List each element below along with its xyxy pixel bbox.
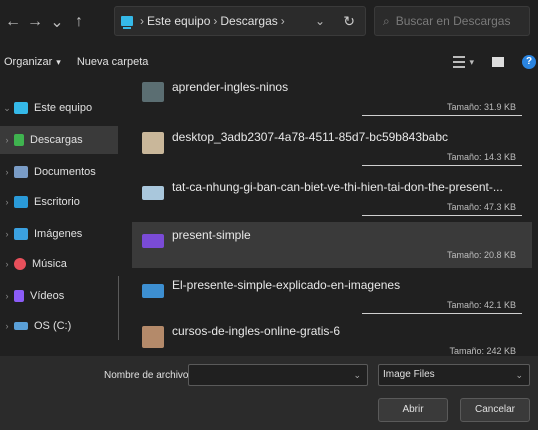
chevron-icon[interactable]: › — [0, 259, 14, 269]
address-bar-row: ← → ⌄ ↑ › Este equipo › Descargas › ⌄ ↻ … — [0, 0, 538, 44]
pane-divider[interactable] — [118, 276, 119, 340]
sidebar-item-os-c[interactable]: › OS (C:) — [0, 312, 118, 340]
filename-label: Nombre de archivo: — [104, 370, 192, 381]
file-size: Tamaño: 47.3 KB — [446, 202, 516, 212]
divider — [362, 115, 522, 116]
preview-pane-icon[interactable] — [492, 57, 504, 67]
file-size: Tamaño: 31.9 KB — [446, 102, 516, 112]
chevron-icon[interactable]: › — [0, 291, 14, 301]
sidebar-item-label: Imágenes — [34, 228, 83, 240]
sidebar-item-escritorio[interactable]: › Escritorio — [0, 188, 118, 216]
sidebar-item-descargas[interactable]: › Descargas — [0, 126, 118, 154]
refresh-button[interactable]: ↻ — [343, 13, 355, 30]
chevron-down-icon[interactable]: ⌄ — [515, 365, 523, 385]
file-name: El-presente-simple-explicado-en-imagenes — [172, 278, 401, 292]
pictures-icon — [14, 228, 28, 240]
sidebar-item-documentos[interactable]: › Documentos — [0, 158, 118, 186]
file-type-value: Image Files — [383, 369, 435, 380]
divider — [362, 313, 522, 314]
breadcrumb-separator: › — [213, 14, 218, 28]
search-placeholder: Buscar en Descargas — [395, 14, 511, 28]
file-size: Tamaño: 20.8 KB — [446, 250, 516, 260]
divider — [362, 165, 522, 166]
file-type-select[interactable]: Image Files ⌄ — [378, 364, 530, 386]
downloads-icon — [14, 134, 24, 146]
file-name: aprender-ingles-ninos — [172, 80, 289, 94]
chevron-icon[interactable]: › — [0, 135, 14, 145]
navigation-pane: ⌄ Este equipo › Descargas › Documentos ›… — [0, 80, 124, 350]
chevron-down-icon[interactable]: ⌄ — [353, 365, 361, 385]
image-thumbnail-icon — [142, 132, 164, 154]
file-name: tat-ca-nhung-gi-ban-can-biet-ve-thi-hien… — [172, 180, 503, 194]
image-thumbnail-icon — [142, 82, 164, 102]
organize-button[interactable]: Organizar ▾ — [4, 56, 61, 68]
file-list: aprender-ingles-ninos Tamaño: 31.9 KB de… — [132, 80, 538, 356]
sidebar-item-label: Vídeos — [30, 290, 65, 302]
forward-button[interactable]: → — [24, 13, 46, 31]
videos-icon — [14, 290, 24, 302]
file-item[interactable]: El-presente-simple-explicado-en-imagenes… — [132, 272, 532, 316]
open-button[interactable]: Abrir — [378, 398, 448, 422]
breadcrumb-separator: › — [140, 14, 144, 28]
documents-icon — [14, 166, 28, 178]
sidebar-item-label: Documentos — [34, 166, 96, 178]
view-options-icon[interactable] — [453, 56, 466, 68]
file-size: Tamaño: 14.3 KB — [446, 152, 516, 162]
pc-icon — [121, 16, 133, 29]
file-item-selected[interactable]: present-simple Tamaño: 20.8 KB — [132, 222, 532, 268]
image-thumbnail-icon — [142, 234, 164, 248]
sidebar-item-videos[interactable]: › Vídeos — [0, 282, 118, 310]
up-button[interactable]: ↑ — [68, 13, 90, 31]
chevron-icon[interactable]: › — [0, 229, 14, 239]
chevron-icon[interactable]: ⌄ — [0, 103, 14, 114]
search-input[interactable]: ⌕ Buscar en Descargas — [374, 6, 530, 36]
breadcrumb-descargas[interactable]: Descargas — [220, 14, 277, 28]
sidebar-item-imagenes[interactable]: › Imágenes — [0, 220, 118, 248]
dialog-footer: Nombre de archivo: ⌄ Image Files ⌄ Abrir… — [0, 356, 538, 430]
file-size: Tamaño: 242 KB — [449, 346, 516, 356]
file-size: Tamaño: 42.1 KB — [446, 300, 516, 310]
pc-icon — [14, 102, 28, 114]
sidebar-item-musica[interactable]: › Música — [0, 250, 118, 278]
image-thumbnail-icon — [142, 284, 164, 298]
file-item[interactable]: desktop_3adb2307-4a78-4511-85d7-bc59b843… — [132, 124, 532, 168]
file-open-dialog: ← → ⌄ ↑ › Este equipo › Descargas › ⌄ ↻ … — [0, 0, 538, 430]
chevron-down-icon[interactable]: ▾ — [469, 57, 474, 68]
breadcrumb-separator[interactable]: › — [281, 14, 285, 28]
chevron-down-icon: ▾ — [56, 57, 61, 67]
new-folder-button[interactable]: Nueva carpeta — [77, 56, 149, 68]
chevron-icon[interactable]: › — [0, 321, 14, 331]
file-name: present-simple — [172, 228, 251, 242]
filename-input[interactable]: ⌄ — [188, 364, 368, 386]
recent-locations-button[interactable]: ⌄ — [46, 12, 68, 32]
cancel-button[interactable]: Cancelar — [460, 398, 530, 422]
organize-label: Organizar — [4, 56, 53, 68]
music-icon — [14, 258, 26, 270]
sidebar-item-label: Escritorio — [34, 196, 80, 208]
image-thumbnail-icon — [142, 186, 164, 200]
desktop-icon — [14, 196, 28, 208]
file-item[interactable]: aprender-ingles-ninos Tamaño: 31.9 KB — [132, 74, 532, 118]
drive-icon — [14, 322, 28, 330]
search-icon: ⌕ — [383, 13, 390, 28]
sidebar-item-label: Descargas — [30, 134, 83, 146]
address-bar[interactable]: › Este equipo › Descargas › ⌄ ↻ — [114, 6, 366, 36]
sidebar-item-label: OS (C:) — [34, 320, 72, 332]
divider — [362, 215, 522, 216]
chevron-icon[interactable]: › — [0, 167, 14, 177]
chevron-icon[interactable]: › — [0, 197, 14, 207]
address-dropdown-button[interactable]: ⌄ — [315, 14, 325, 28]
help-icon[interactable]: ? — [522, 55, 536, 69]
sidebar-item-este-equipo[interactable]: ⌄ Este equipo — [0, 94, 118, 122]
file-name: cursos-de-ingles-online-gratis-6 — [172, 324, 341, 338]
breadcrumb-este-equipo[interactable]: Este equipo — [147, 14, 210, 28]
file-name: desktop_3adb2307-4a78-4511-85d7-bc59b843… — [172, 130, 449, 144]
back-button[interactable]: ← — [2, 13, 24, 31]
sidebar-item-label: Este equipo — [34, 102, 93, 114]
image-thumbnail-icon — [142, 326, 164, 348]
sidebar-item-label: Música — [32, 258, 67, 270]
file-item[interactable]: tat-ca-nhung-gi-ban-can-biet-ve-thi-hien… — [132, 174, 532, 218]
